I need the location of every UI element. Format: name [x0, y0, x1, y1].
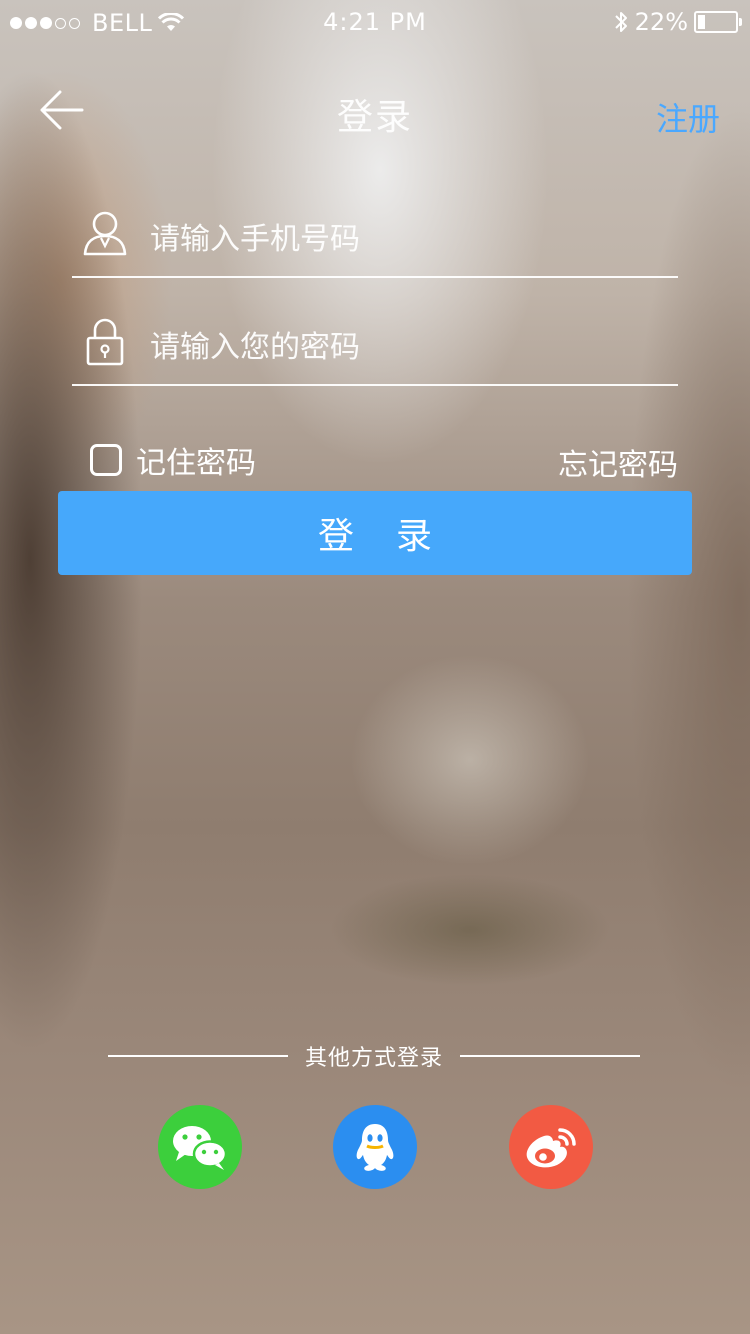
- weibo-login-button[interactable]: [509, 1105, 593, 1189]
- status-right: 22%: [613, 8, 742, 36]
- qq-login-button[interactable]: [333, 1105, 417, 1189]
- page-title: 登录: [336, 97, 413, 138]
- battery-percent: 22%: [634, 8, 688, 36]
- user-icon: [83, 211, 127, 256]
- lock-icon: [86, 318, 124, 366]
- register-link[interactable]: 注册: [656, 94, 720, 140]
- phone-input[interactable]: 请输入手机号码: [150, 214, 360, 258]
- password-field[interactable]: 请输入您的密码: [72, 304, 678, 386]
- login-button[interactable]: 登录: [58, 491, 692, 575]
- other-login-divider: 其他方式登录: [108, 1036, 640, 1076]
- battery-icon: [694, 11, 742, 33]
- weibo-icon: [526, 1128, 576, 1168]
- password-input[interactable]: 请输入您的密码: [150, 322, 360, 366]
- remember-password-toggle[interactable]: 记住密码: [90, 438, 256, 482]
- qq-icon: [356, 1124, 394, 1171]
- bluetooth-icon: [614, 12, 627, 32]
- wechat-icon: [173, 1126, 228, 1170]
- forgot-password-link[interactable]: 忘记密码: [558, 440, 678, 484]
- screen: BELL 4:21 PM 22% 登录 注册 请输入手机号码 请输入您的密码 记…: [0, 0, 750, 1334]
- phone-field[interactable]: 请输入手机号码: [72, 196, 678, 278]
- status-bar: BELL 4:21 PM 22%: [0, 0, 750, 44]
- divider-line-right: [460, 1055, 640, 1057]
- battery-fill: [698, 15, 705, 29]
- remember-checkbox[interactable]: [90, 444, 122, 476]
- navigation-bar: 登录 注册: [0, 70, 750, 150]
- remember-label: 记住密码: [136, 446, 256, 481]
- wechat-login-button[interactable]: [158, 1105, 242, 1189]
